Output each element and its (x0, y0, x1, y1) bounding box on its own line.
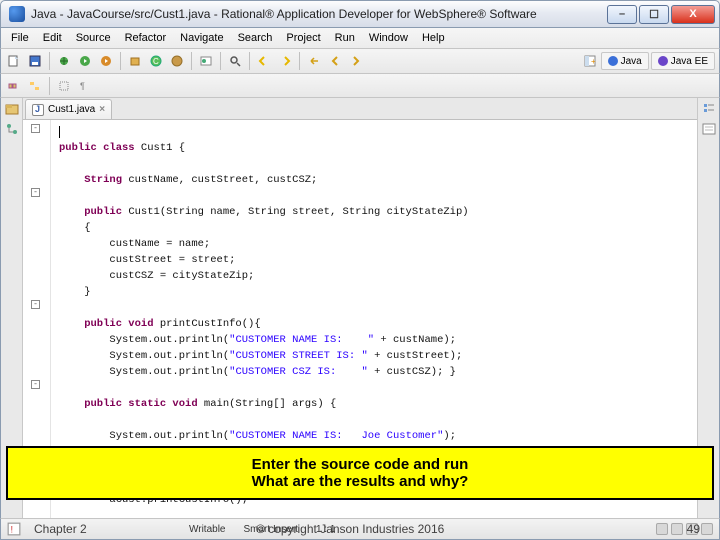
search-button[interactable] (226, 52, 244, 70)
annotation-prev-button[interactable] (255, 52, 273, 70)
app-icon (9, 6, 25, 22)
perspective-java-ee[interactable]: Java EE (651, 52, 715, 70)
mark-occurrences-button[interactable] (26, 77, 44, 95)
open-type-button[interactable] (197, 52, 215, 70)
new-class-button[interactable]: C (147, 52, 165, 70)
overlay-line2: What are the results and why? (252, 473, 469, 490)
separator (120, 52, 121, 70)
fold-toggle[interactable]: - (31, 124, 40, 133)
toggle-breadcrumb-button[interactable] (5, 77, 23, 95)
perspective-java[interactable]: Java (601, 52, 649, 70)
svg-text:+: + (591, 57, 596, 66)
back-button[interactable] (326, 52, 344, 70)
new-button[interactable] (5, 52, 23, 70)
window-titlebar: Java - JavaCourse/src/Cust1.java - Ratio… (0, 0, 720, 28)
window-title: Java - JavaCourse/src/Cust1.java - Ratio… (31, 7, 607, 21)
menu-run[interactable]: Run (329, 30, 361, 46)
open-perspective-button[interactable]: + (581, 52, 599, 70)
run-ext-button[interactable] (97, 52, 115, 70)
forward-button[interactable] (347, 52, 365, 70)
new-package-button[interactable] (126, 52, 144, 70)
menu-help[interactable]: Help (416, 30, 451, 46)
separator (49, 52, 50, 70)
debug-button[interactable] (55, 52, 73, 70)
separator (49, 77, 50, 95)
separator (249, 52, 250, 70)
maximize-button[interactable]: ☐ (639, 5, 669, 24)
package-explorer-icon[interactable] (5, 102, 19, 116)
tab-close-icon[interactable]: × (99, 104, 105, 115)
editor-tab-label: Cust1.java (48, 104, 95, 115)
close-button[interactable]: X (671, 5, 715, 24)
text-cursor (59, 126, 60, 138)
window-buttons: – ☐ X (607, 5, 715, 24)
separator (220, 52, 221, 70)
perspective-java-label: Java (621, 56, 642, 67)
java-file-icon (32, 104, 44, 116)
separator (191, 52, 192, 70)
svg-text:¶: ¶ (80, 81, 85, 91)
perspective-switcher: + Java Java EE (581, 52, 715, 70)
fold-toggle[interactable]: - (31, 300, 40, 309)
menu-window[interactable]: Window (363, 30, 414, 46)
menu-bar: File Edit Source Refactor Navigate Searc… (0, 28, 720, 48)
slide-footer: Chapter 2 © copyright Janson Industries … (0, 520, 720, 538)
menu-search[interactable]: Search (232, 30, 279, 46)
separator (299, 52, 300, 70)
menu-edit[interactable]: Edit (37, 30, 68, 46)
javaee-icon (658, 56, 668, 66)
menu-source[interactable]: Source (70, 30, 117, 46)
show-whitespace-button[interactable]: ¶ (76, 77, 94, 95)
overlay-line1: Enter the source code and run (252, 456, 469, 473)
outline-icon[interactable] (702, 102, 716, 116)
run-button[interactable] (76, 52, 94, 70)
annotation-next-button[interactable] (276, 52, 294, 70)
svg-text:C: C (153, 57, 159, 66)
menu-navigate[interactable]: Navigate (174, 30, 229, 46)
slide-copyright: © copyright Janson Industries 2016 (256, 522, 444, 536)
last-edit-button[interactable] (305, 52, 323, 70)
new-enum-button[interactable] (168, 52, 186, 70)
menu-refactor[interactable]: Refactor (119, 30, 173, 46)
fold-toggle[interactable]: - (31, 188, 40, 197)
minimize-button[interactable]: – (607, 5, 637, 24)
perspective-jee-label: Java EE (671, 56, 708, 67)
menu-file[interactable]: File (5, 30, 35, 46)
slide-chapter: Chapter 2 (34, 522, 87, 536)
editor-tab[interactable]: Cust1.java × (25, 99, 112, 119)
menu-project[interactable]: Project (280, 30, 326, 46)
main-toolbar: C + Java Java EE (0, 48, 720, 74)
save-button[interactable] (26, 52, 44, 70)
block-select-button[interactable] (55, 77, 73, 95)
editor-tab-bar: Cust1.java × (23, 98, 697, 120)
secondary-toolbar: ¶ (0, 74, 720, 98)
slide-page: 49 (687, 522, 700, 536)
fold-toggle[interactable]: - (31, 380, 40, 389)
instruction-overlay: Enter the source code and run What are t… (6, 446, 714, 500)
java-icon (608, 56, 618, 66)
task-list-icon[interactable] (702, 122, 716, 136)
hierarchy-icon[interactable] (5, 122, 19, 136)
